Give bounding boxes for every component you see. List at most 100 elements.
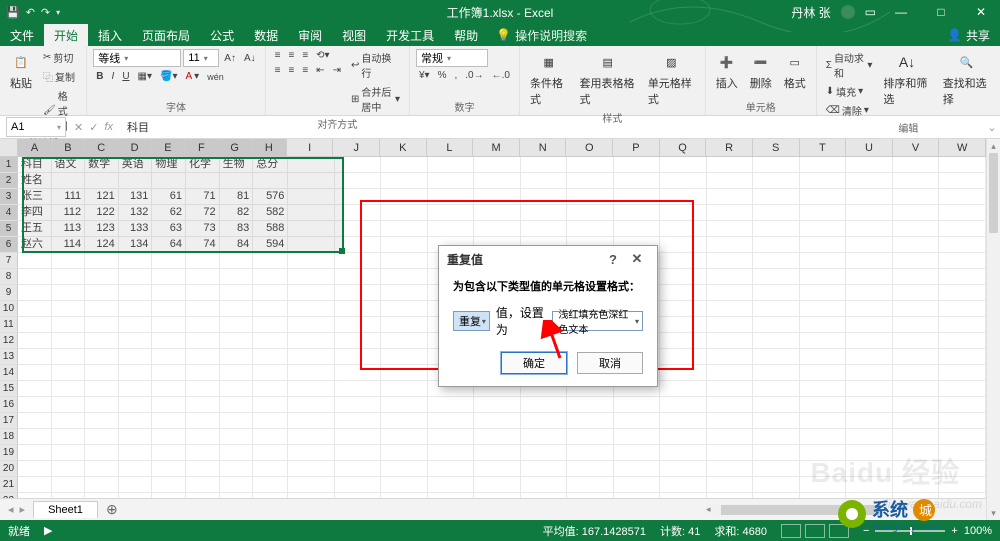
cell[interactable] (253, 253, 288, 269)
cell[interactable] (381, 349, 428, 365)
cell[interactable]: 61 (152, 189, 186, 205)
cell[interactable] (800, 269, 847, 285)
font-color-button[interactable]: A▾ (183, 70, 203, 83)
new-sheet-button[interactable]: ⊕ (98, 501, 126, 518)
cell[interactable] (152, 285, 186, 301)
cell[interactable] (119, 445, 153, 461)
cell[interactable] (660, 445, 707, 461)
cell[interactable] (660, 253, 707, 269)
row-header[interactable]: 7 (0, 253, 18, 269)
cell[interactable]: 576 (253, 189, 288, 205)
tab-help[interactable]: 帮助 (444, 24, 488, 46)
col-header-V[interactable]: V (893, 139, 940, 156)
cell[interactable]: 84 (220, 237, 254, 253)
cell[interactable] (381, 253, 428, 269)
cell[interactable] (119, 413, 153, 429)
cell[interactable] (428, 189, 475, 205)
close-button[interactable]: ✕ (966, 5, 996, 19)
cell[interactable] (707, 333, 754, 349)
cell[interactable] (660, 157, 707, 173)
cell[interactable] (846, 477, 893, 493)
cell[interactable] (753, 317, 800, 333)
cell[interactable] (800, 461, 847, 477)
cell[interactable] (253, 333, 288, 349)
cell[interactable] (846, 365, 893, 381)
cell[interactable] (18, 269, 52, 285)
avatar[interactable] (841, 5, 855, 19)
align-middle-button[interactable]: ≡ (285, 49, 297, 62)
col-header-U[interactable]: U (846, 139, 893, 156)
cell[interactable] (474, 205, 521, 221)
save-icon[interactable]: 💾 (6, 6, 20, 19)
cell[interactable] (253, 317, 288, 333)
cell[interactable] (186, 477, 220, 493)
cell[interactable] (707, 173, 754, 189)
cell[interactable] (335, 477, 382, 493)
cell[interactable] (939, 381, 986, 397)
dialog-help-button[interactable]: ? (601, 252, 625, 267)
scroll-left-icon[interactable]: ◂ (706, 504, 711, 515)
cell[interactable] (521, 461, 568, 477)
cell[interactable] (18, 413, 52, 429)
cell[interactable] (52, 173, 86, 189)
cell[interactable] (428, 397, 475, 413)
cell[interactable] (800, 157, 847, 173)
cell[interactable] (893, 317, 940, 333)
col-header-K[interactable]: K (380, 139, 427, 156)
cell[interactable] (220, 253, 254, 269)
cell[interactable] (614, 189, 661, 205)
cell[interactable] (753, 173, 800, 189)
row-header[interactable]: 20 (0, 461, 18, 477)
cell[interactable] (800, 317, 847, 333)
cell[interactable] (253, 365, 288, 381)
col-header-B[interactable]: B (52, 139, 85, 156)
tab-formulas[interactable]: 公式 (200, 24, 244, 46)
cell[interactable] (335, 365, 382, 381)
cell[interactable] (800, 253, 847, 269)
enter-formula-icon[interactable]: ✓ (89, 121, 98, 134)
font-name-combo[interactable]: 等线▾ (93, 49, 181, 67)
cell[interactable] (753, 205, 800, 221)
cell[interactable] (939, 189, 986, 205)
cell[interactable] (567, 445, 614, 461)
row-header[interactable]: 2 (0, 173, 18, 189)
cell[interactable] (220, 445, 254, 461)
cell[interactable] (253, 429, 288, 445)
cell[interactable] (567, 477, 614, 493)
cell[interactable] (288, 333, 335, 349)
cell[interactable] (521, 445, 568, 461)
cell[interactable] (846, 237, 893, 253)
cell[interactable] (85, 285, 119, 301)
cell[interactable] (186, 461, 220, 477)
cell[interactable] (893, 381, 940, 397)
cell[interactable] (660, 205, 707, 221)
cell[interactable] (85, 381, 119, 397)
cell[interactable] (567, 173, 614, 189)
cell[interactable] (288, 381, 335, 397)
cell[interactable] (753, 429, 800, 445)
cell[interactable] (614, 461, 661, 477)
row-header[interactable]: 15 (0, 381, 18, 397)
qat-dropdown-icon[interactable]: ▾ (56, 8, 60, 17)
cell[interactable]: 112 (52, 205, 86, 221)
cell[interactable] (893, 253, 940, 269)
cell[interactable] (428, 205, 475, 221)
cell[interactable] (893, 413, 940, 429)
phonetic-button[interactable]: wén (204, 71, 227, 83)
cell[interactable]: 111 (52, 189, 86, 205)
cell[interactable] (939, 333, 986, 349)
cell[interactable] (85, 349, 119, 365)
cell[interactable] (753, 477, 800, 493)
copy-button[interactable]: ⿻复制 (40, 68, 80, 85)
cell[interactable] (288, 205, 335, 221)
cell[interactable] (152, 381, 186, 397)
cell[interactable] (52, 349, 86, 365)
cell[interactable] (152, 445, 186, 461)
cell[interactable] (939, 413, 986, 429)
cell[interactable] (474, 189, 521, 205)
cell[interactable] (85, 269, 119, 285)
cell[interactable] (800, 413, 847, 429)
cell[interactable] (660, 381, 707, 397)
cell[interactable]: 113 (52, 221, 86, 237)
cell[interactable] (939, 365, 986, 381)
